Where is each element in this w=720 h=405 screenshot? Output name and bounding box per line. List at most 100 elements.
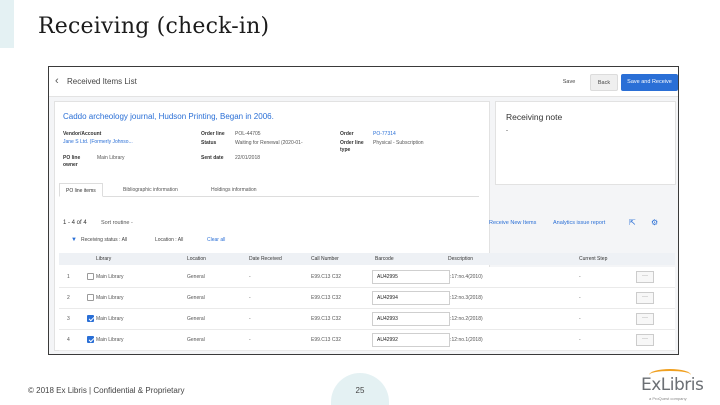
description-cell: v.12:no.2(2018) [448,316,483,322]
order-line-label: Order line [201,131,225,137]
logo-swoosh [649,369,691,381]
order-line-type-label: Order line type [340,140,364,153]
call-number-cell: E99.C13 C32 [311,274,342,280]
exlibris-logo: ExLibris a ProQuest company [641,369,704,401]
po-line-owner-value: Main Library [97,155,125,161]
receiving-note-value: - [506,128,508,134]
call-number-cell: E99.C13 C32 [311,337,342,343]
order-line-value: POL-44705 [235,131,261,137]
vendor-label: Vendor/Account [63,131,102,137]
alma-screenshot: ‹ Received Items List Save Back Save and… [48,66,679,355]
description-cell: v.12:no.1(2018) [448,337,483,343]
date-received-cell: - [249,337,251,343]
row-number: 1 [67,274,70,280]
column-header[interactable]: Current Step [579,256,607,262]
table-header: Library Location Date Received Call Numb… [59,253,675,265]
receiving-status-filter[interactable]: Receiving status : All [81,237,127,243]
page-number-badge: 25 [331,373,389,405]
row-checkbox[interactable] [87,273,94,280]
sort-routine-dropdown[interactable]: Sort routine - [101,220,133,226]
table-row[interactable]: 3 Main Library General - E99.C13 C32 v.12:no.… [59,309,675,330]
vendor-value[interactable]: Jane S Ltd. (Formerly Johnso... [63,139,133,145]
table-row[interactable]: 2 Main Library General - E99.C13 C32 v.12:no.… [59,288,675,309]
table-row[interactable]: 4 Main Library General - E99.C13 C32 v.12:no.… [59,330,675,351]
page-header: ‹ Received Items List Save Back Save and… [49,67,678,97]
tab-holdings-information[interactable]: Holdings information [205,183,263,197]
export-icon[interactable]: ⇱ [629,218,636,227]
location-cell: General [187,295,205,301]
description-cell: v.17:no.4(2010) [448,274,483,280]
page-title: Received Items List [67,77,137,86]
bib-title-link[interactable]: Caddo archeology journal, Hudson Printin… [63,112,274,121]
settings-icon[interactable]: ⚙ [651,218,658,227]
column-header[interactable]: Barcode [375,256,394,262]
order-value[interactable]: PO-77314 [373,131,396,137]
current-step-cell: - [579,316,581,322]
save-button[interactable]: Save [556,74,582,91]
chevron-left-icon[interactable]: ‹ [55,75,59,87]
logo-subtitle: a ProQuest company [649,396,687,401]
order-line-type-value: Physical - Subscription [373,140,424,146]
filter-bar: ▼ Receiving status : All Location : All … [59,234,675,248]
location-cell: General [187,337,205,343]
receiving-note-card: Receiving note - [495,101,676,185]
library-cell: Main Library [96,295,124,301]
clear-all-filters[interactable]: Clear all [207,237,225,243]
row-checkbox[interactable] [87,294,94,301]
row-checkbox[interactable] [87,336,94,343]
row-actions-button[interactable]: ··· [636,334,654,346]
receive-new-items-link[interactable]: Receive New Items [489,220,536,226]
current-step-cell: - [579,274,581,280]
page-number: 25 [355,386,365,395]
save-and-receive-button[interactable]: Save and Receive [621,74,678,91]
date-received-cell: - [249,316,251,322]
barcode-input[interactable]: AU42993 [372,312,450,326]
current-step-cell: - [579,337,581,343]
library-cell: Main Library [96,316,124,322]
receiving-note-title: Receiving note [506,112,563,122]
status-value: Waiting for Renewal (2020-01- [235,140,303,146]
row-number: 3 [67,316,70,322]
column-header[interactable]: Library [96,256,111,262]
column-header[interactable]: Location [187,256,206,262]
date-received-cell: - [249,274,251,280]
location-filter[interactable]: Location : All [155,237,183,243]
row-actions-button[interactable]: ··· [636,292,654,304]
column-header[interactable]: Date Received [249,256,282,262]
library-cell: Main Library [96,274,124,280]
barcode-input[interactable]: AU42992 [372,333,450,347]
date-received-cell: - [249,295,251,301]
order-label: Order [340,131,354,137]
row-checkbox[interactable] [87,315,94,322]
table-row[interactable]: 1 Main Library General - E99.C13 C32 v.17:no.… [59,267,675,288]
slide-title: Receiving (check-in) [38,14,270,39]
sent-date-label: Sent date [201,155,224,161]
barcode-input[interactable]: AU42995 [372,270,450,284]
status-label: Status [201,140,217,146]
row-number: 2 [67,295,70,301]
location-cell: General [187,316,205,322]
call-number-cell: E99.C13 C32 [311,316,342,322]
back-button[interactable]: Back [590,74,618,91]
sent-date-value: 22/01/2018 [235,155,261,161]
library-cell: Main Library [96,337,124,343]
filter-icon[interactable]: ▼ [71,237,77,243]
slide-corner-accent [0,0,14,48]
results-count: 1 - 4 of 4 [63,220,87,226]
row-number: 4 [67,337,70,343]
barcode-input[interactable]: AU42994 [372,291,450,305]
description-cell: v.12:no.3(2018) [448,295,483,301]
current-step-cell: - [579,295,581,301]
column-header[interactable]: Call Number [311,256,339,262]
footer-copyright: © 2018 Ex Libris | Confidential & Propri… [28,386,185,395]
tab-po-line-items[interactable]: PO line items [59,183,103,197]
tab-bibliographic-information[interactable]: Bibliographic information [117,183,184,197]
location-cell: General [187,274,205,280]
call-number-cell: E99.C13 C32 [311,295,342,301]
column-header[interactable]: Description [448,256,473,262]
analytics-issue-report-link[interactable]: Analytics issue report [553,220,605,226]
row-actions-button[interactable]: ··· [636,271,654,283]
po-line-owner-label: PO line owner [63,155,81,168]
tab-bar: PO line items Bibliographic information … [59,183,479,197]
row-actions-button[interactable]: ··· [636,313,654,325]
